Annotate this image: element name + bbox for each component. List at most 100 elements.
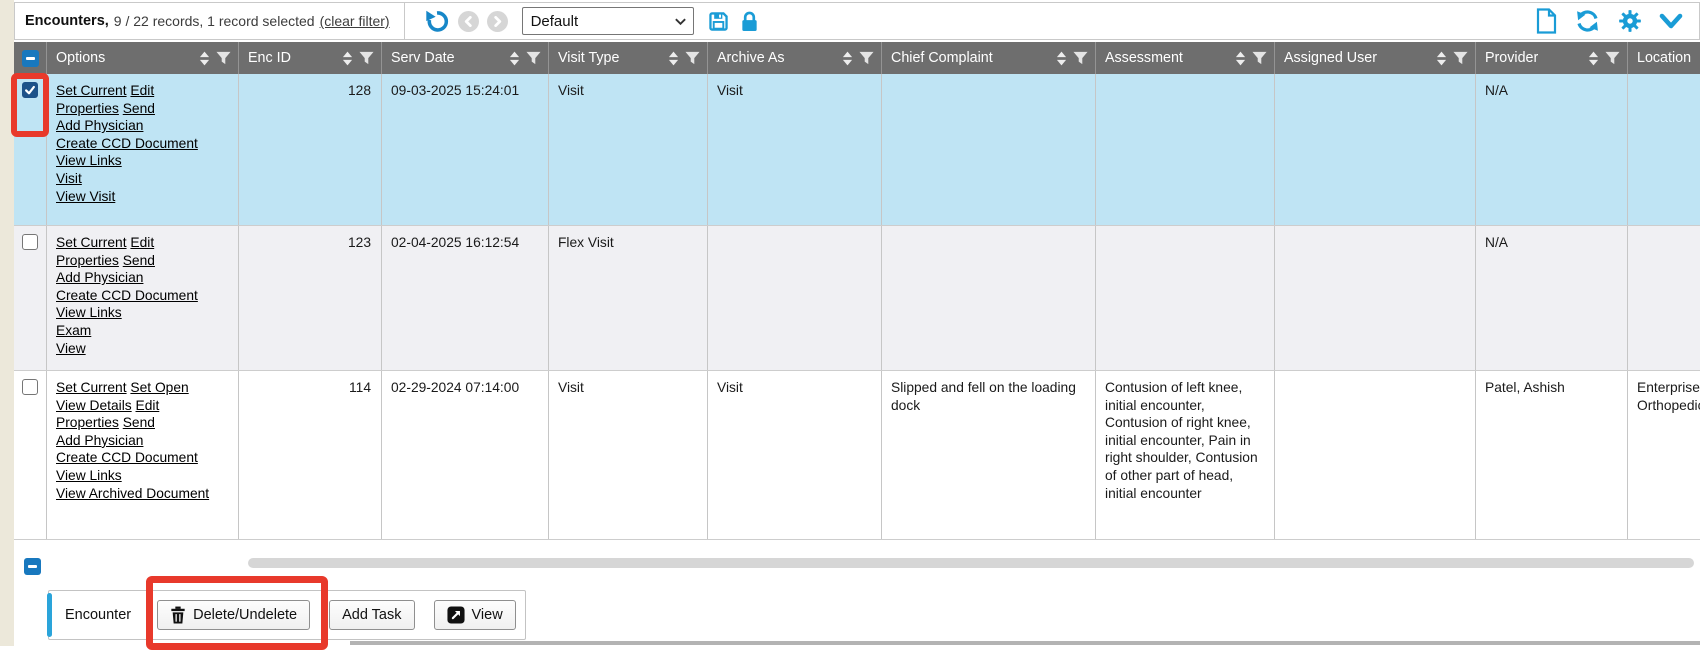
sort-icon[interactable] <box>199 51 210 66</box>
view-button[interactable]: View <box>434 600 516 630</box>
option-link[interactable]: View Links <box>56 153 122 168</box>
option-link[interactable]: Properties <box>56 101 119 116</box>
column-header-location[interactable]: Location <box>1628 42 1700 74</box>
option-link[interactable]: View Links <box>56 468 122 483</box>
sort-icon[interactable] <box>1436 51 1447 66</box>
column-header-serv-date[interactable]: Serv Date <box>382 42 549 74</box>
sort-icon[interactable] <box>342 51 353 66</box>
option-link[interactable]: Edit <box>136 398 160 413</box>
option-link[interactable]: Add Physician <box>56 118 143 133</box>
sort-icon[interactable] <box>1056 51 1067 66</box>
option-link[interactable]: Create CCD Document <box>56 136 198 151</box>
option-link[interactable]: View <box>56 341 86 356</box>
sort-icon[interactable] <box>1235 51 1246 66</box>
option-link[interactable]: Send <box>123 253 155 268</box>
select-all-collapse[interactable] <box>14 42 47 74</box>
filter-icon[interactable] <box>685 51 700 65</box>
toolbar: Encounters, 9 / 22 records, 1 record sel… <box>14 2 1700 40</box>
filter-icon[interactable] <box>1252 51 1267 65</box>
option-link[interactable]: Edit <box>130 83 154 98</box>
option-link[interactable]: Create CCD Document <box>56 450 198 465</box>
filter-icon[interactable] <box>859 51 874 65</box>
chief-complaint-cell: Slipped and fell on the loading dock <box>882 371 1096 539</box>
option-link[interactable]: Properties <box>56 415 119 430</box>
view-preset-select-wrap: Default <box>522 7 694 35</box>
filter-icon[interactable] <box>359 51 374 65</box>
option-link[interactable]: Properties <box>56 253 119 268</box>
grid-header-row: Options Enc ID Serv Date Visit Type Arch… <box>14 42 1700 74</box>
collapse-minus-icon[interactable] <box>22 50 39 67</box>
row-select-cell <box>14 371 47 539</box>
option-link[interactable]: Set Open <box>130 380 188 395</box>
serv-date-cell: 02-29-2024 07:14:00 <box>382 371 549 539</box>
save-icon[interactable] <box>707 10 730 33</box>
filter-icon[interactable] <box>216 51 231 65</box>
archive-as-cell: Visit <box>708 371 882 539</box>
new-document-icon[interactable] <box>1535 8 1558 34</box>
panel-accent-bar <box>47 593 52 637</box>
sort-icon[interactable] <box>668 51 679 66</box>
row-checkbox[interactable] <box>22 379 38 395</box>
option-link[interactable]: Set Current <box>56 380 127 395</box>
refresh-icon[interactable] <box>1574 8 1601 34</box>
undo-icon[interactable] <box>423 8 450 35</box>
records-count: 9 / 22 records, 1 record selected <box>114 13 315 29</box>
option-link[interactable]: Set Current <box>56 235 127 250</box>
column-header-archive-as[interactable]: Archive As <box>708 42 882 74</box>
option-link[interactable]: Send <box>123 101 155 116</box>
sort-icon[interactable] <box>509 51 520 66</box>
chevron-down-icon[interactable] <box>1659 11 1683 31</box>
add-task-button[interactable]: Add Task <box>329 600 414 630</box>
row-checkbox[interactable] <box>22 82 38 98</box>
option-link[interactable]: Set Current <box>56 83 127 98</box>
filter-icon[interactable] <box>1073 51 1088 65</box>
next-page-icon[interactable] <box>487 11 508 32</box>
horizontal-scrollbar[interactable] <box>248 558 1694 568</box>
check-icon <box>24 84 36 96</box>
lock-icon[interactable] <box>739 10 760 33</box>
option-link[interactable]: Visit <box>56 171 82 186</box>
column-header-visit-type[interactable]: Visit Type <box>549 42 708 74</box>
clear-filter-link[interactable]: (clear filter) <box>320 13 390 29</box>
column-header-options[interactable]: Options <box>47 42 239 74</box>
option-link[interactable]: View Visit <box>56 189 115 204</box>
column-header-provider[interactable]: Provider <box>1476 42 1628 74</box>
column-header-enc-id[interactable]: Enc ID <box>239 42 382 74</box>
settings-gear-icon[interactable] <box>1617 8 1643 34</box>
row-select-cell <box>14 74 47 225</box>
prev-page-icon[interactable] <box>458 11 479 32</box>
table-row: Set Current Edit Properties Send Add Physi… <box>14 226 1700 371</box>
sort-icon[interactable] <box>1588 51 1599 66</box>
collapse-minus-icon[interactable] <box>24 558 41 575</box>
assigned-user-cell <box>1275 371 1476 539</box>
table-row: Set Current Set Open View Details Edit Pro… <box>14 371 1700 540</box>
option-link[interactable]: Add Physician <box>56 270 143 285</box>
option-link[interactable]: Send <box>123 415 155 430</box>
column-header-chief-complaint[interactable]: Chief Complaint <box>882 42 1096 74</box>
filter-icon[interactable] <box>526 51 541 65</box>
location-cell <box>1628 226 1700 370</box>
location-cell <box>1628 74 1700 225</box>
launch-icon <box>447 606 465 624</box>
chief-complaint-cell <box>882 226 1096 370</box>
column-header-assigned-user[interactable]: Assigned User <box>1275 42 1476 74</box>
option-link[interactable]: Create CCD Document <box>56 288 198 303</box>
archive-as-cell: Visit <box>708 74 882 225</box>
filter-icon[interactable] <box>1605 51 1620 65</box>
filter-icon[interactable] <box>1453 51 1468 65</box>
view-preset-select[interactable]: Default <box>522 7 694 35</box>
page-title: Encounters, <box>25 13 109 29</box>
option-link[interactable]: View Archived Document <box>56 486 209 501</box>
option-link[interactable]: View Links <box>56 305 122 320</box>
column-header-assessment[interactable]: Assessment <box>1096 42 1275 74</box>
option-link[interactable]: Edit <box>130 235 154 250</box>
row-select-cell <box>14 226 47 370</box>
option-link[interactable]: Add Physician <box>56 433 143 448</box>
options-cell: Set Current Set Open View Details Edit Pro… <box>47 371 239 539</box>
row-checkbox[interactable] <box>22 234 38 250</box>
sort-icon[interactable] <box>842 51 853 66</box>
table-row: Set Current Edit Properties Send Add Physi… <box>14 74 1700 226</box>
delete-undelete-button[interactable]: Delete/Undelete <box>157 600 310 630</box>
option-link[interactable]: View Details <box>56 398 132 413</box>
option-link[interactable]: Exam <box>56 323 91 338</box>
